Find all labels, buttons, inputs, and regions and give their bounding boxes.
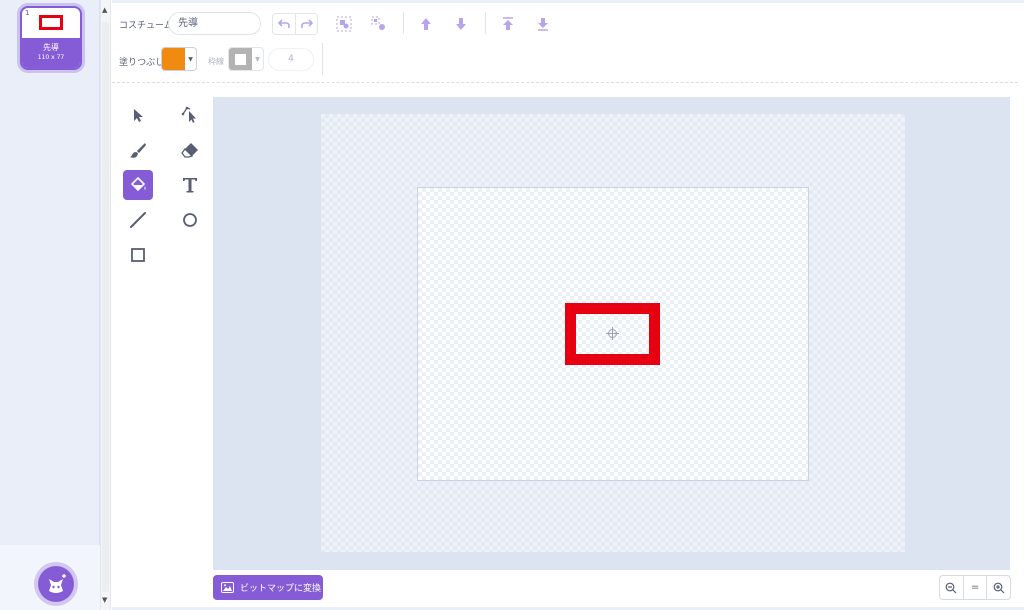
backward-button[interactable] — [451, 14, 471, 34]
brush-icon — [130, 143, 146, 158]
arrow-up-icon — [421, 18, 431, 30]
zoom-controls: = — [939, 575, 1011, 600]
stroke-width-input[interactable]: 4 — [268, 48, 314, 71]
costume-name-input[interactable]: 先導 — [168, 12, 261, 35]
stroke-label: 枠線 — [208, 57, 224, 66]
dropdown-caret-icon: ▼ — [188, 55, 193, 63]
cat-icon — [49, 574, 66, 593]
fill-label: 塗りつぶし — [119, 58, 165, 68]
costume-thumbnail — [39, 15, 63, 30]
select-tool[interactable] — [123, 100, 153, 130]
eraser-icon — [181, 143, 198, 158]
undo-redo-group — [272, 13, 318, 35]
select-arrow-icon — [134, 109, 143, 122]
fill-color-picker[interactable]: ▼ — [161, 47, 197, 71]
zoom-in-icon — [993, 582, 1005, 593]
line-icon — [130, 212, 146, 228]
toolbar-separator — [112, 82, 1018, 83]
fill-tool[interactable] — [123, 170, 153, 200]
zoom-reset-button[interactable]: = — [962, 576, 987, 599]
toolbar-divider — [485, 12, 486, 34]
undo-button[interactable] — [273, 14, 295, 34]
scroll-up-icon[interactable]: ▲ — [102, 6, 107, 14]
line-tool[interactable] — [123, 205, 153, 235]
circle-icon — [183, 213, 197, 227]
costume-name: 先導 — [43, 43, 59, 52]
forward-button[interactable] — [416, 14, 436, 34]
add-costume-button[interactable] — [38, 566, 74, 602]
convert-to-bitmap-label: ビットマップに変換 — [240, 584, 322, 594]
fill-color-swatch — [162, 48, 185, 70]
undo-icon — [278, 19, 290, 28]
arrow-down-icon — [456, 18, 466, 30]
scroll-down-icon[interactable]: ▼ — [102, 596, 107, 604]
convert-to-bitmap-button[interactable]: ビットマップに変換 — [213, 575, 323, 600]
reshape-icon — [181, 106, 196, 123]
costume-label: コスチューム — [119, 21, 173, 31]
costume-list — [0, 0, 100, 610]
image-icon — [221, 582, 234, 593]
rectangle-icon — [131, 248, 145, 262]
zoom-out-button[interactable] — [940, 576, 963, 599]
redo-button[interactable] — [295, 14, 317, 34]
costume-info: 先導 110 x 77 — [22, 38, 80, 68]
zoom-out-icon — [945, 582, 957, 593]
costume-center-icon — [606, 327, 619, 340]
stroke-color-swatch — [229, 48, 252, 70]
toolbar-divider — [322, 43, 323, 75]
paint-bucket-icon — [130, 176, 146, 192]
circle-tool[interactable] — [175, 205, 205, 235]
ungroup-button[interactable] — [369, 14, 389, 34]
group-icon — [336, 16, 352, 32]
reshape-tool[interactable] — [175, 100, 205, 130]
scrollbar-thumb[interactable] — [102, 22, 109, 592]
redo-icon — [300, 19, 313, 28]
group-button[interactable] — [334, 14, 354, 34]
costume-size: 110 x 77 — [37, 54, 65, 61]
brush-tool[interactable] — [123, 135, 153, 165]
zoom-reset-label: = — [970, 582, 980, 593]
stroke-color-picker[interactable]: ▼ — [228, 47, 264, 71]
bring-to-front-icon — [503, 17, 513, 30]
text-icon — [183, 178, 197, 193]
text-tool[interactable] — [175, 170, 205, 200]
editor-top-border — [112, 0, 1024, 3]
back-button[interactable] — [533, 14, 553, 34]
toolbar-divider — [403, 12, 404, 34]
send-to-back-icon — [538, 18, 548, 31]
ungroup-icon — [371, 16, 385, 30]
dropdown-caret-icon: ▼ — [255, 55, 260, 63]
front-button[interactable] — [498, 14, 518, 34]
costume-number: 1 — [25, 9, 30, 17]
rectangle-tool[interactable] — [123, 240, 153, 270]
costume-item[interactable]: 1 先導 110 x 77 — [20, 6, 82, 70]
zoom-in-button[interactable] — [986, 576, 1010, 599]
eraser-tool[interactable] — [175, 135, 205, 165]
